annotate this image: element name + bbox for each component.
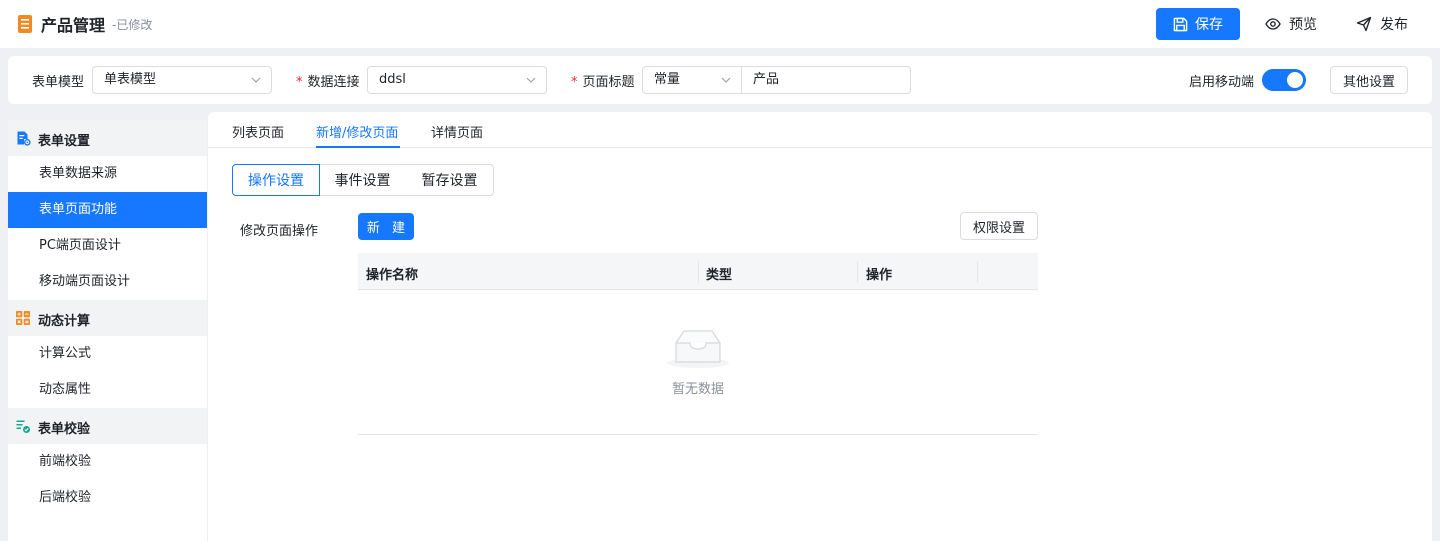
top-header: 产品管理 -已修改 保存 预览 发布 <box>0 0 1440 48</box>
data-connection-select[interactable]: ddsl <box>367 66 547 94</box>
sidebar-group-form-settings[interactable]: 表单设置 <box>8 120 207 156</box>
table-header: 操作名称 类型 操作 <box>358 253 1038 290</box>
form-model-select[interactable]: 单表模型 <box>92 66 272 94</box>
sidebar-group-label: 表单校验 <box>38 422 91 437</box>
modified-status: -已修改 <box>112 18 153 32</box>
page-title-input[interactable]: 产品 <box>741 66 911 94</box>
page-title-label: * 页面标题 <box>571 75 635 90</box>
active-tab-indicator <box>316 146 400 148</box>
segment-operation-settings[interactable]: 操作设置 <box>232 164 320 196</box>
sidebar-item-formula[interactable]: 计算公式 <box>8 336 207 372</box>
data-connection-value: ddsl <box>379 72 406 87</box>
toggle-knob <box>1287 72 1303 88</box>
column-header-name: 操作名称 <box>366 268 419 283</box>
sidebar-group-label: 表单设置 <box>38 134 91 149</box>
chevron-down-icon <box>721 77 731 83</box>
preview-button[interactable]: 预览 <box>1265 8 1317 40</box>
sidebar-item-pc-design[interactable]: PC端页面设计 <box>8 228 207 264</box>
sidebar-item-dynamic-props[interactable]: 动态属性 <box>8 372 207 408</box>
page-title-type-select[interactable]: 常量 <box>642 66 742 94</box>
column-header-action: 操作 <box>866 268 893 283</box>
page-title-type-value: 常量 <box>654 72 681 87</box>
form-settings-icon <box>17 131 31 146</box>
form-model-label: 表单模型 <box>32 75 85 90</box>
sidebar-item-page-function[interactable]: 表单页面功能 <box>8 192 207 228</box>
sidebar-group-form-validation[interactable]: 表单校验 <box>8 408 207 444</box>
segment-event-settings[interactable]: 事件设置 <box>319 164 407 196</box>
permission-settings-button[interactable]: 权限设置 <box>960 212 1038 240</box>
other-settings-button[interactable]: 其他设置 <box>1330 66 1408 94</box>
tab-list-page[interactable]: 列表页面 <box>232 122 284 141</box>
column-divider <box>698 261 699 283</box>
mobile-enable-label: 启用移动端 <box>1189 75 1255 90</box>
sidebar-item-mobile-design[interactable]: 移动端页面设计 <box>8 264 207 300</box>
eye-icon <box>1265 18 1281 30</box>
empty-inbox-icon <box>667 330 729 368</box>
document-icon <box>18 15 32 33</box>
column-divider <box>857 261 858 283</box>
page-title: 产品管理 <box>41 16 106 35</box>
sidebar-item-frontend-validation[interactable]: 前端校验 <box>8 444 207 480</box>
calculator-icon <box>16 311 30 325</box>
config-bar: 表单模型 单表模型 * 数据连接 ddsl * 页面标题 常量 产品 启用移动端 其… <box>8 56 1432 104</box>
form-model-value: 单表模型 <box>104 72 157 87</box>
new-operation-button[interactable]: 新 建 <box>358 213 414 240</box>
operations-table: 操作名称 类型 操作 暂无数据 <box>358 253 1038 435</box>
segment-draft-settings[interactable]: 暂存设置 <box>406 164 494 196</box>
publish-button[interactable]: 发布 <box>1356 8 1408 40</box>
checklist-icon <box>16 420 30 433</box>
mobile-enable-toggle[interactable] <box>1262 69 1306 91</box>
tab-edit-page[interactable]: 新增/修改页面 <box>316 122 398 141</box>
save-icon <box>1173 17 1188 31</box>
sidebar: 表单设置 表单数据来源 表单页面功能 PC端页面设计 移动端页面设计 动态计算 … <box>8 120 207 541</box>
sidebar-item-backend-validation[interactable]: 后端校验 <box>8 480 207 516</box>
page-tabs: 列表页面 新增/修改页面 详情页面 <box>208 112 1432 148</box>
tab-detail-page[interactable]: 详情页面 <box>431 122 483 141</box>
chevron-down-icon <box>251 77 261 83</box>
column-divider <box>977 261 978 283</box>
save-label: 保存 <box>1195 17 1223 33</box>
edit-operations-label: 修改页面操作 <box>240 224 319 239</box>
main-panel: 列表页面 新增/修改页面 详情页面 操作设置 事件设置 暂存设置 修改页面操作 … <box>208 112 1432 541</box>
save-button[interactable]: 保存 <box>1156 8 1240 40</box>
chevron-down-icon <box>526 77 536 83</box>
sidebar-item-data-source[interactable]: 表单数据来源 <box>8 156 207 192</box>
column-header-type: 类型 <box>706 268 733 283</box>
page-title-value: 产品 <box>753 72 780 87</box>
publish-label: 发布 <box>1380 17 1408 33</box>
sidebar-group-label: 动态计算 <box>38 314 91 329</box>
data-connection-label: * 数据连接 <box>296 75 360 90</box>
send-icon <box>1356 16 1372 32</box>
preview-label: 预览 <box>1289 17 1317 33</box>
sidebar-group-dynamic-calc[interactable]: 动态计算 <box>8 300 207 336</box>
empty-state-text: 暂无数据 <box>671 382 724 397</box>
